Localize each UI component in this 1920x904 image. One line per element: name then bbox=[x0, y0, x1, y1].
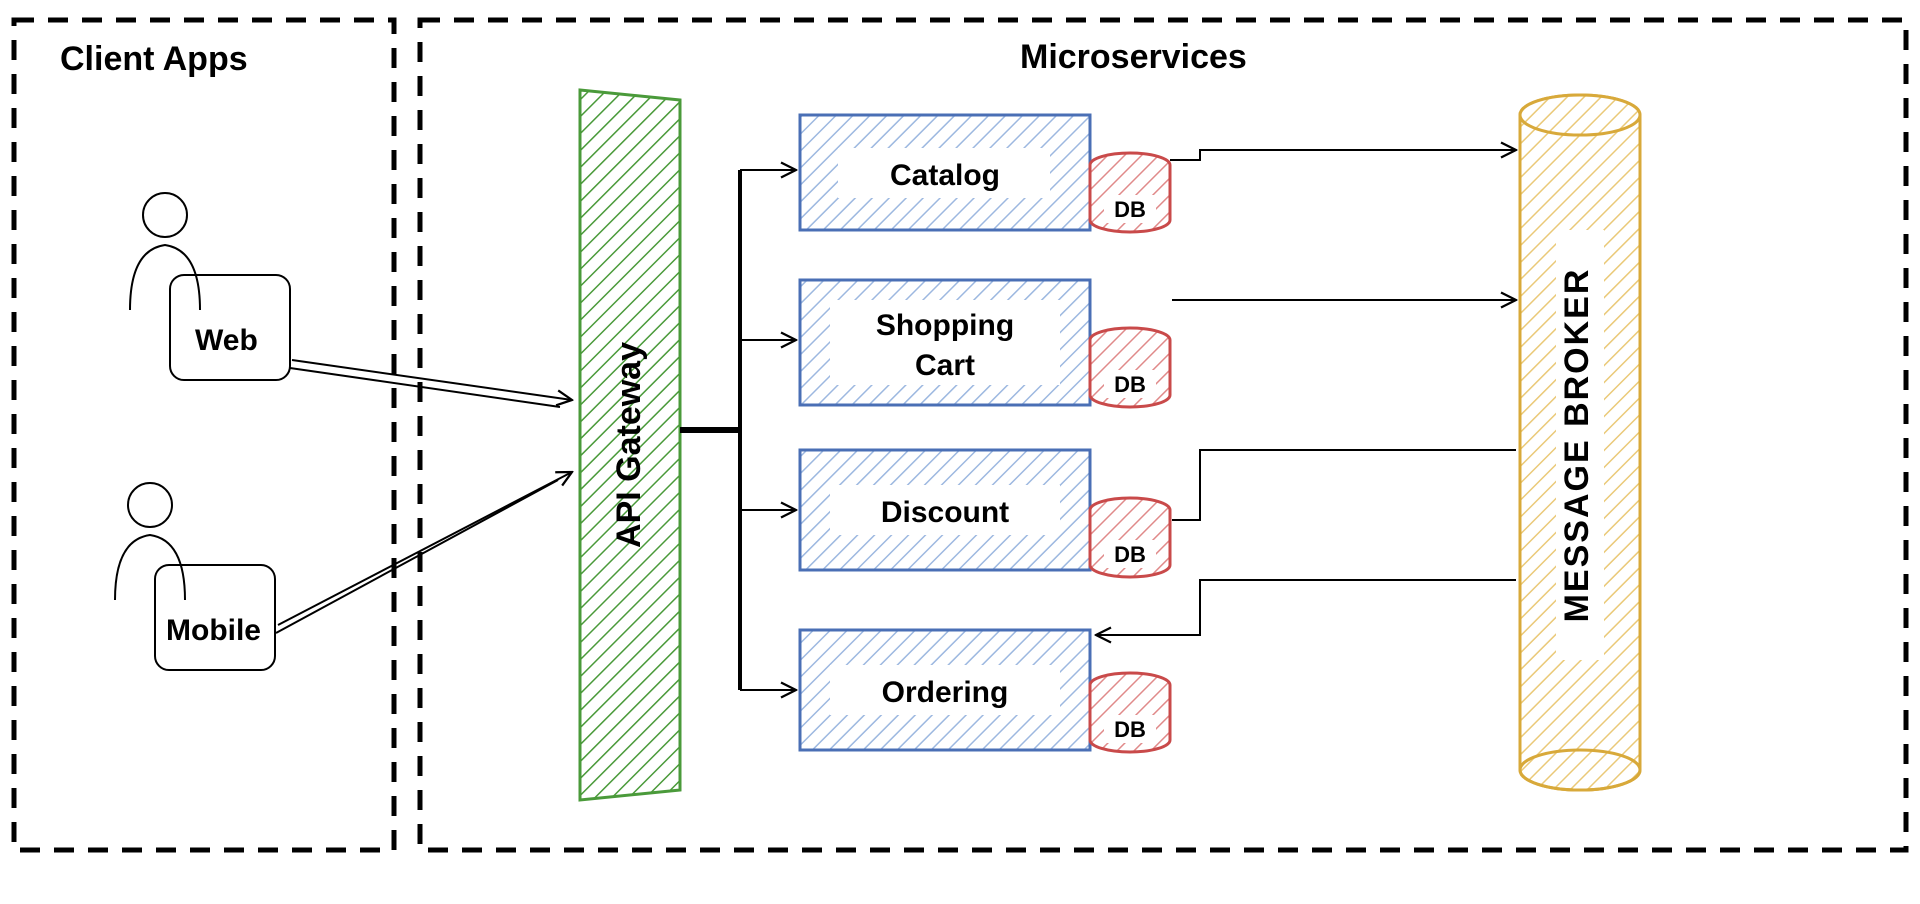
db-ordering: DB bbox=[1090, 673, 1170, 752]
mobile-label: Mobile bbox=[166, 614, 261, 647]
web-label: Web bbox=[195, 324, 258, 357]
arrow-catalog-broker bbox=[1170, 150, 1516, 160]
client-apps-box bbox=[14, 20, 394, 850]
service-shopping-cart: Shopping Cart bbox=[800, 280, 1090, 405]
message-broker: MESSAGE BROKER bbox=[1520, 95, 1640, 790]
arrow-discount-broker bbox=[1172, 450, 1516, 520]
service-discount: Discount bbox=[800, 450, 1090, 570]
db-catalog-label: DB bbox=[1114, 197, 1146, 222]
message-broker-label: MESSAGE BROKER bbox=[1558, 268, 1596, 623]
service-catalog-label: Catalog bbox=[890, 159, 1000, 192]
client-apps-title: Client Apps bbox=[60, 40, 248, 78]
db-catalog: DB bbox=[1090, 153, 1170, 232]
arrow-mobile-to-gateway bbox=[276, 472, 572, 633]
service-catalog: Catalog bbox=[800, 115, 1090, 230]
microservices-title: Microservices bbox=[1020, 38, 1247, 76]
db-discount: DB bbox=[1090, 498, 1170, 577]
architecture-diagram: Client Apps Web Mobile Microservices API… bbox=[0, 0, 1920, 904]
db-shopping-cart-label: DB bbox=[1114, 372, 1146, 397]
service-ordering-label: Ordering bbox=[882, 676, 1009, 709]
service-shopping-cart-label: Shopping bbox=[876, 309, 1014, 342]
svg-text:Cart: Cart bbox=[915, 349, 975, 382]
db-ordering-label: DB bbox=[1114, 717, 1146, 742]
service-discount-label: Discount bbox=[881, 496, 1009, 529]
arrow-web-to-gateway bbox=[290, 360, 572, 407]
service-ordering: Ordering bbox=[800, 630, 1090, 750]
db-shopping-cart: DB bbox=[1090, 328, 1170, 407]
api-gateway-label: API Gateway bbox=[610, 342, 648, 548]
db-discount-label: DB bbox=[1114, 542, 1146, 567]
arrow-broker-ordering bbox=[1096, 580, 1516, 635]
api-gateway: API Gateway bbox=[580, 90, 680, 800]
